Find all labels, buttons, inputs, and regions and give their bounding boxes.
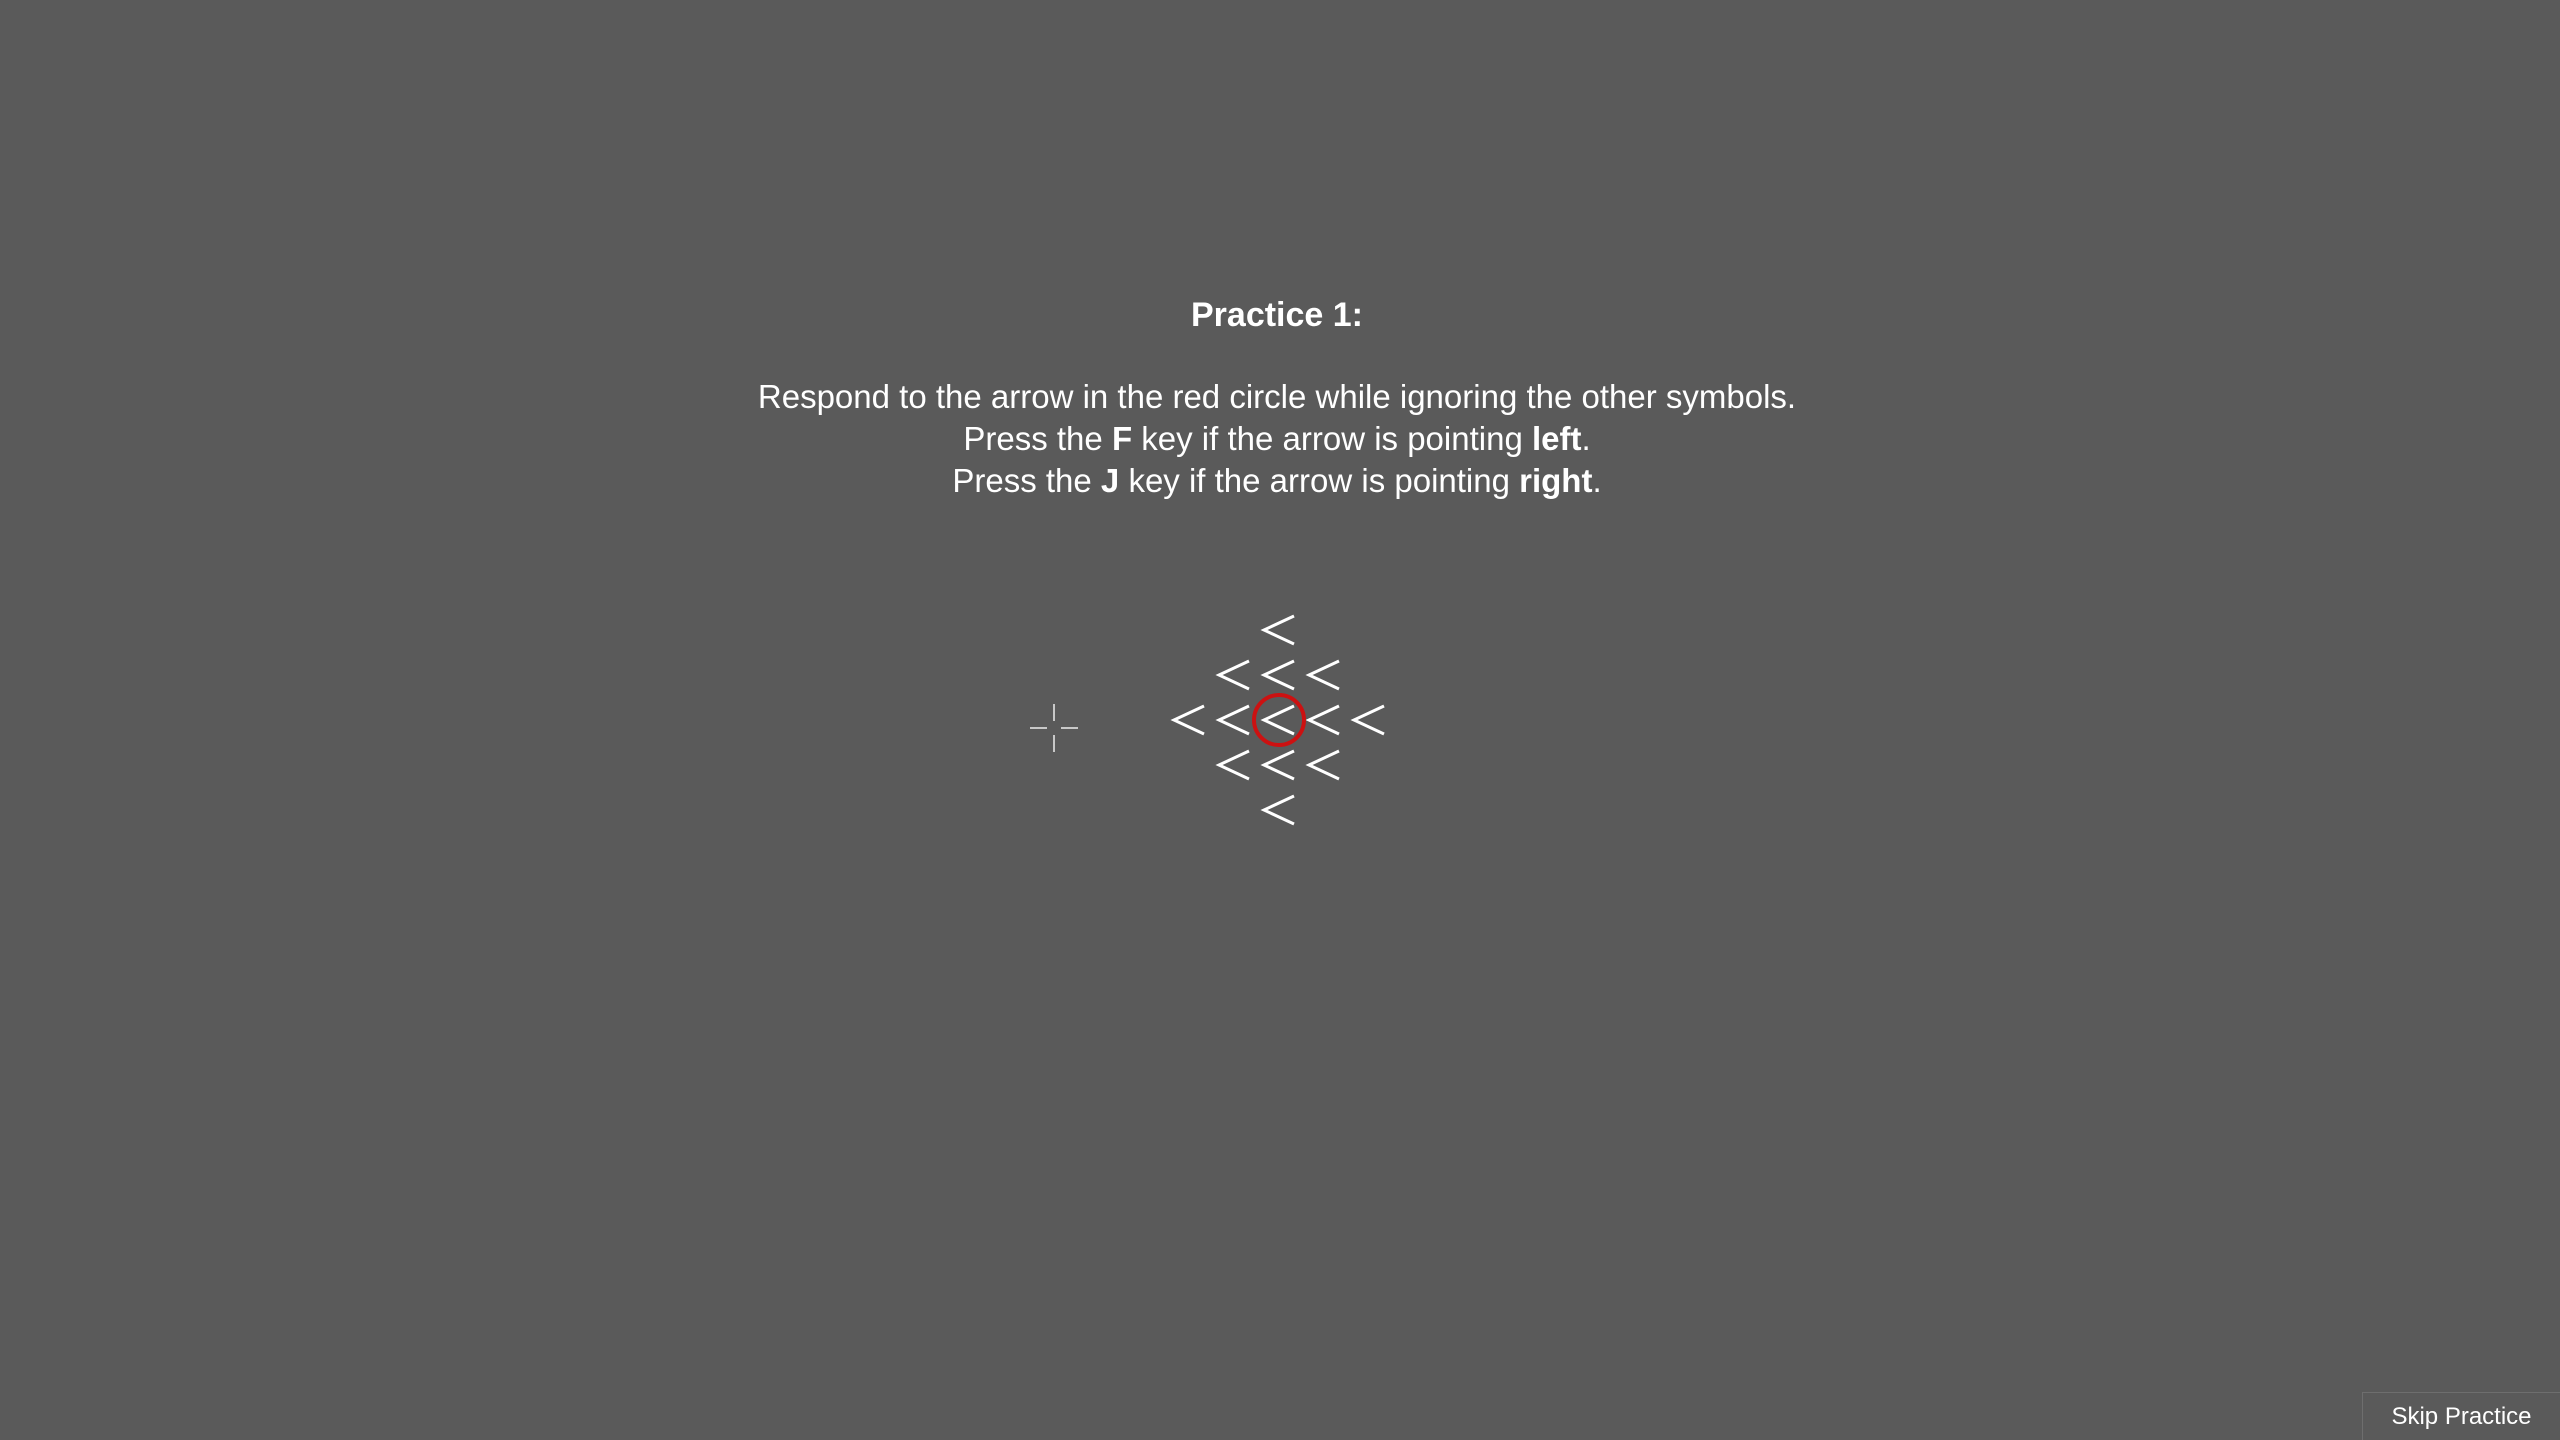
flanker-arrow <box>1305 659 1340 691</box>
instruction-line-3-text-a: Press the <box>952 462 1101 499</box>
flanker-arrow <box>1260 659 1295 691</box>
flanker-stimulus <box>1000 580 1480 870</box>
instruction-line-3: Press the J key if the arrow is pointing… <box>0 460 2554 502</box>
flanker-arrow <box>1305 704 1340 736</box>
flanker-arrow <box>1305 749 1340 781</box>
flanker-arrow <box>1215 749 1250 781</box>
stimulus-canvas <box>1170 614 1385 826</box>
flanker-arrow <box>1350 704 1385 736</box>
target-arrow <box>1260 704 1295 736</box>
instruction-line-2-end: . <box>1581 420 1591 457</box>
flanker-arrow <box>1215 659 1250 691</box>
instruction-line-2-text-a: Press the <box>963 420 1112 457</box>
right-key-label: J <box>1100 462 1120 499</box>
flanker-arrow <box>1215 704 1250 736</box>
flanker-arrow <box>1260 749 1295 781</box>
flanker-arrow <box>1170 704 1205 736</box>
left-direction-label: left <box>1531 420 1582 457</box>
instruction-line-2: Press the F key if the arrow is pointing… <box>0 418 2554 460</box>
left-key-label: F <box>1111 420 1133 457</box>
instruction-line-3-end: . <box>1592 462 1602 499</box>
instructions-panel: Practice 1: Respond to the arrow in the … <box>0 290 2554 502</box>
practice-title: Practice 1: <box>1191 296 1363 334</box>
flanker-arrow <box>1260 614 1295 646</box>
flanker-arrow <box>1260 794 1295 826</box>
instruction-line-2-text-b: key if the arrow is pointing <box>1132 420 1532 457</box>
instruction-line-3-text-b: key if the arrow is pointing <box>1119 462 1520 499</box>
instruction-line-1: Respond to the arrow in the red circle w… <box>757 378 1797 415</box>
practice-screen: Practice 1: Respond to the arrow in the … <box>0 0 2560 1440</box>
right-direction-label: right <box>1519 462 1593 499</box>
skip-practice-button[interactable]: Skip Practice <box>2362 1392 2560 1440</box>
